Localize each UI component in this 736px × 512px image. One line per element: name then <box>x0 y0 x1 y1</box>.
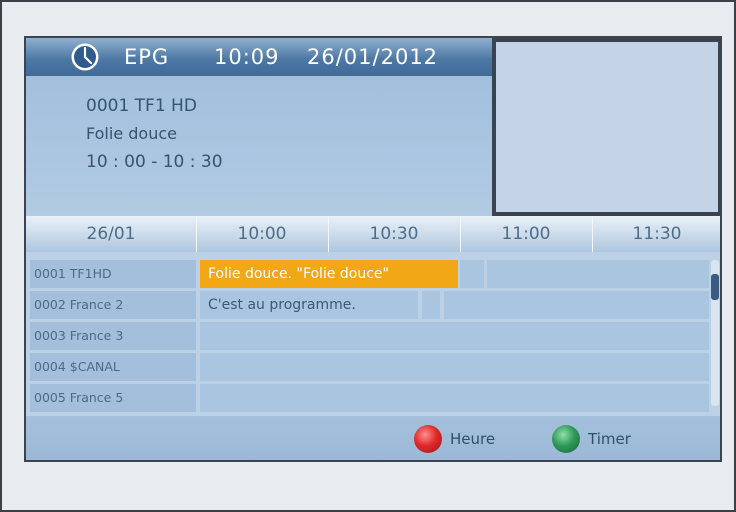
channel-name[interactable]: 0002 France 2 <box>30 291 196 319</box>
channel-row[interactable]: 0004 $CANAL <box>26 353 720 381</box>
time-slot-2[interactable]: 10:30 <box>328 216 461 252</box>
program-cell[interactable] <box>200 353 709 381</box>
green-button-icon <box>552 425 580 453</box>
program-cell-selected[interactable]: Folie douce. "Folie douce" <box>200 260 458 288</box>
clock-icon <box>71 43 99 71</box>
program-cell[interactable]: C'est au programme. <box>200 291 418 319</box>
header-date: 26/01/2012 <box>307 45 439 69</box>
info-timeslot: 10 : 00 - 10 : 30 <box>86 152 223 172</box>
channel-row[interactable]: 0002 France 2 C'est au programme. <box>26 291 720 319</box>
channel-row[interactable]: 0001 TF1HD Folie douce. "Folie douce" <box>26 260 720 288</box>
program-info: 0001 TF1 HD Folie douce 10 : 00 - 10 : 3… <box>26 76 492 216</box>
epg-header: EPG 10:09 26/01/2012 <box>26 38 492 76</box>
time-slot-3[interactable]: 11:00 <box>460 216 593 252</box>
epg-screen: EPG 10:09 26/01/2012 0001 TF1 HD Folie d… <box>24 36 722 462</box>
grid-scrollbar[interactable] <box>711 260 719 406</box>
epg-grid: 26/01 10:00 10:30 11:00 11:30 0001 TF1HD… <box>26 216 720 416</box>
channel-name[interactable]: 0001 TF1HD <box>30 260 196 288</box>
red-key-heure[interactable]: Heure <box>414 425 495 453</box>
footer-keys: Heure Timer <box>26 416 720 460</box>
program-cell[interactable] <box>200 384 709 412</box>
channel-row[interactable]: 0003 France 3 <box>26 322 720 350</box>
program-cell[interactable] <box>200 322 709 350</box>
program-cell[interactable] <box>444 291 709 319</box>
video-preview <box>492 38 720 216</box>
channel-row[interactable]: 0005 France 5 <box>26 384 720 412</box>
channel-name[interactable]: 0004 $CANAL <box>30 353 196 381</box>
green-key-timer[interactable]: Timer <box>552 425 631 453</box>
time-slot-4[interactable]: 11:30 <box>592 216 720 252</box>
epg-title: EPG <box>124 45 170 69</box>
channel-name[interactable]: 0005 France 5 <box>30 384 196 412</box>
scroll-thumb[interactable] <box>711 274 719 300</box>
program-cell[interactable] <box>460 260 484 288</box>
red-button-icon <box>414 425 442 453</box>
info-program: Folie douce <box>86 124 177 143</box>
program-cell[interactable] <box>487 260 709 288</box>
green-key-label: Timer <box>588 430 631 448</box>
channel-name[interactable]: 0003 France 3 <box>30 322 196 350</box>
info-channel: 0001 TF1 HD <box>86 96 197 116</box>
time-slot-1[interactable]: 10:00 <box>196 216 329 252</box>
program-cell[interactable] <box>422 291 440 319</box>
red-key-label: Heure <box>450 430 496 448</box>
time-header: 26/01 10:00 10:30 11:00 11:30 <box>26 216 720 252</box>
grid-date: 26/01 <box>26 216 197 252</box>
header-time: 10:09 <box>214 45 280 69</box>
